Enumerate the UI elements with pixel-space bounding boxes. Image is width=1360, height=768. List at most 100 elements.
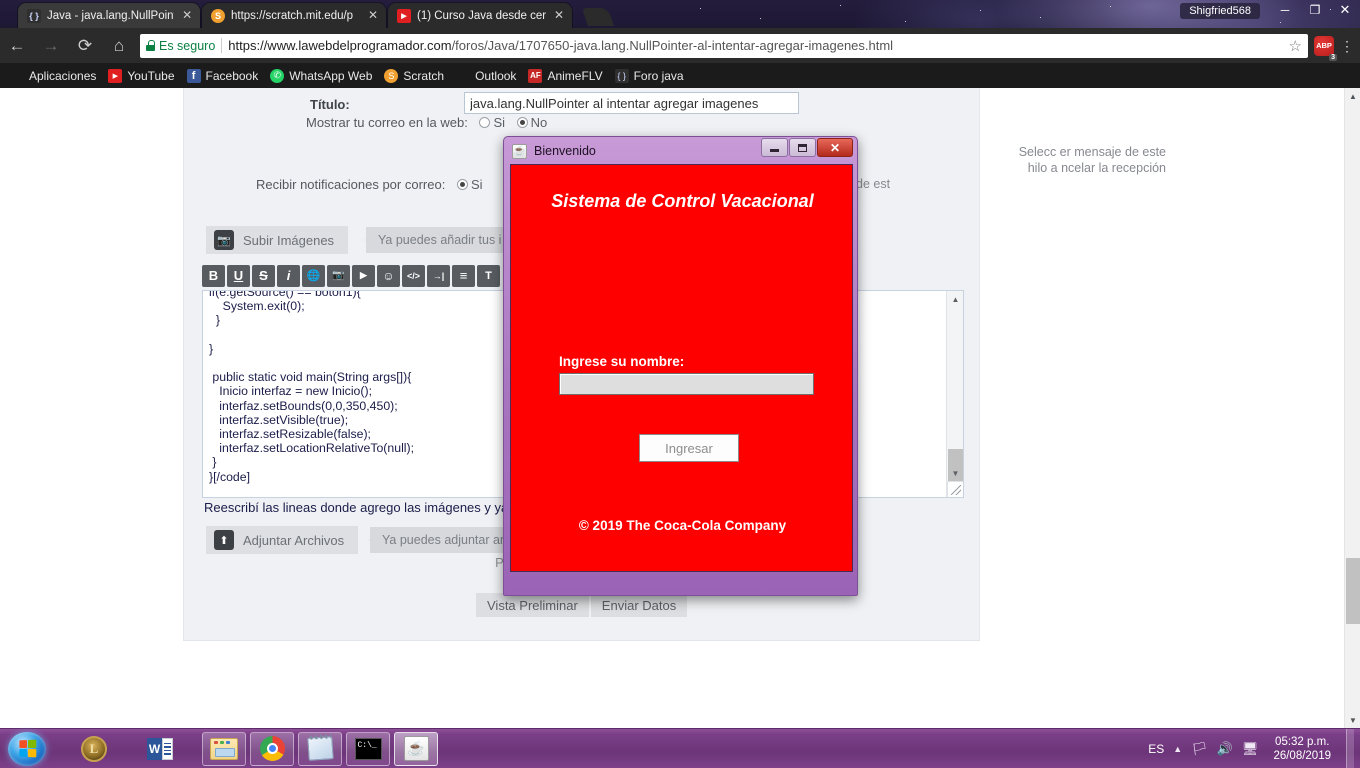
titulo-label: Título: (310, 97, 350, 112)
back-icon[interactable]: ← (0, 29, 34, 63)
textarea-resize-handle[interactable] (947, 481, 963, 497)
command-prompt-icon[interactable]: C:\_ (346, 731, 390, 766)
java-name-input[interactable] (559, 373, 814, 395)
new-tab-button[interactable] (582, 8, 614, 26)
forward-icon[interactable]: → (34, 29, 68, 63)
bookmark-scratch[interactable]: S Scratch (380, 65, 452, 87)
video-icon[interactable]: ▶ (352, 264, 375, 287)
system-tray: ES ▲ 🏳 🔊 🖥 05:32 p.m. 26/08/2019 (1148, 728, 1360, 768)
bookmark-outlook[interactable]: Outlook (452, 65, 524, 87)
camera-plus-icon: 📷 (214, 230, 234, 250)
bookmark-aplicaciones[interactable]: Aplicaciones (6, 65, 104, 87)
upload-arrow-icon: ⬆ (214, 530, 234, 550)
omnibox-divider (221, 38, 223, 53)
word-icon[interactable]: W (138, 732, 182, 766)
close-button[interactable]: ✕ (1330, 0, 1360, 20)
bold-icon[interactable]: B (202, 264, 225, 287)
taskbar-clock[interactable]: 05:32 p.m. 26/08/2019 (1267, 735, 1337, 763)
adblock-badge: 3 (1329, 53, 1337, 61)
bookmark-youtube[interactable]: ▶ YouTube (104, 65, 182, 87)
bookmark-star-icon[interactable]: ☆ (1289, 37, 1302, 55)
adblock-plus-icon[interactable]: ABP 3 (1314, 35, 1337, 61)
underline-icon[interactable]: U (227, 264, 250, 287)
java-maximize-button[interactable] (789, 138, 816, 157)
seleccionar-note-line2: hilo a ncelar la recepción (1027, 161, 1166, 175)
java-icon[interactable]: ☕ (394, 731, 438, 766)
bookmark-facebook[interactable]: f Facebook (183, 65, 267, 87)
tab-1[interactable]: S https://scratch.mit.edu/p ✕ (202, 3, 386, 28)
page-scroll-up-icon[interactable]: ▲ (1345, 88, 1360, 104)
java-dialog-title: Bienvenido (534, 144, 596, 158)
chrome-icon[interactable] (250, 731, 294, 766)
file-explorer-icon[interactable] (202, 731, 246, 766)
tab-close-icon[interactable]: ✕ (366, 8, 380, 23)
show-desktop-button[interactable] (1346, 728, 1354, 768)
code-icon[interactable]: </> (402, 264, 425, 287)
animeflv-icon: AF (528, 68, 543, 83)
radio-mostrar-no[interactable] (516, 117, 528, 128)
language-indicator[interactable]: ES (1148, 742, 1164, 756)
reload-icon[interactable]: ⟳ (68, 29, 102, 63)
enviar-datos-button[interactable]: Enviar Datos (590, 593, 688, 617)
tab-close-icon[interactable]: ✕ (180, 8, 194, 23)
windows-start-orb[interactable] (8, 731, 46, 766)
page-scrollbar[interactable]: ▲ ▼ (1344, 88, 1360, 728)
show-hidden-icons-icon[interactable]: ▲ (1173, 744, 1182, 754)
seleccionar-note-line3: de est (856, 177, 891, 191)
security-indicator: Es seguro (146, 39, 215, 53)
bookmark-whatsapp[interactable]: ✆ WhatsApp Web (266, 65, 380, 87)
url-host: https://www.lawebdelprogramador.com (228, 38, 452, 53)
minimize-button[interactable]: ─ (1270, 0, 1300, 20)
bookmark-label: WhatsApp Web (289, 68, 373, 83)
image-icon[interactable]: 📷 (327, 264, 350, 287)
link-globe-icon[interactable]: 🌐 (302, 264, 325, 287)
java-close-button[interactable]: ✕ (817, 138, 853, 157)
font-size-icon[interactable]: T (477, 264, 500, 287)
chrome-menu-icon[interactable]: ⋮ (1334, 39, 1360, 53)
league-of-legends-icon[interactable]: L (72, 732, 116, 766)
outlook-icon (456, 69, 470, 83)
bookmark-animeflv[interactable]: AF AnimeFLV (524, 65, 610, 87)
vista-preliminar-button[interactable]: Vista Preliminar (476, 593, 589, 617)
italic-icon[interactable]: i (277, 264, 300, 287)
emoji-icon[interactable]: ☺ (377, 264, 400, 287)
profile-name[interactable]: Shigfried568 (1180, 3, 1260, 19)
java-minimize-button[interactable] (761, 138, 788, 157)
titulo-input[interactable] (464, 92, 799, 114)
action-center-icon[interactable]: 🖥 (1242, 741, 1259, 757)
bookmark-foro-java[interactable]: { } Foro java (611, 65, 692, 87)
braces-icon: { } (614, 68, 629, 83)
clock-time: 05:32 p.m. (1275, 735, 1330, 748)
page-scrollbar-thumb[interactable] (1346, 558, 1360, 624)
indent-icon[interactable]: →| (427, 264, 450, 287)
network-icon[interactable]: 🏳 (1191, 741, 1208, 757)
tab-2[interactable]: ▶ (1) Curso Java desde cer ✕ (388, 3, 572, 28)
notepad-icon[interactable] (298, 731, 342, 766)
tab-0[interactable]: { } Java - java.lang.NullPoint ✕ (18, 3, 200, 28)
restore-button[interactable]: ❐ (1300, 0, 1330, 20)
home-icon[interactable]: ⌂ (102, 29, 136, 63)
scratch-icon: S (211, 8, 225, 23)
java-ingresar-button[interactable]: Ingresar (639, 434, 739, 462)
windows-flag-icon (18, 739, 36, 758)
youtube-icon: ▶ (397, 8, 411, 23)
adjuntar-archivos-button[interactable]: ⬆ Adjuntar Archivos (206, 526, 359, 554)
page-scroll-down-icon[interactable]: ▼ (1345, 712, 1360, 728)
align-icon[interactable]: ≡ (452, 264, 475, 287)
browser-toolbar: ← → ⟳ ⌂ Es seguro https://www.lawebdelpr… (0, 28, 1360, 63)
radio-mostrar-si[interactable] (479, 117, 491, 128)
subir-imagenes-button[interactable]: 📷 Subir Imágenes (206, 226, 349, 254)
java-dialog-titlebar[interactable]: ☕ Bienvenido ✕ (507, 138, 854, 162)
strikethrough-icon[interactable]: S (252, 264, 275, 287)
volume-icon[interactable]: 🔊 (1217, 741, 1233, 757)
bookmark-label: Aplicaciones (29, 68, 97, 83)
java-dialog-window[interactable]: ☕ Bienvenido ✕ Sistema de Control Vacaci… (503, 136, 858, 596)
radio-recibir-si[interactable] (456, 179, 468, 190)
scroll-up-icon[interactable]: ▲ (947, 291, 963, 307)
textarea-scrollbar[interactable]: ▲ ▼ (946, 291, 963, 497)
java-caption-buttons: ✕ (761, 138, 853, 157)
address-bar[interactable]: Es seguro https://www.lawebdelprogramado… (140, 33, 1308, 58)
tab-close-icon[interactable]: ✕ (552, 8, 566, 23)
scroll-down-icon[interactable]: ▼ (947, 465, 963, 481)
java-copyright: © 2019 The Coca-Cola Company (578, 518, 787, 533)
